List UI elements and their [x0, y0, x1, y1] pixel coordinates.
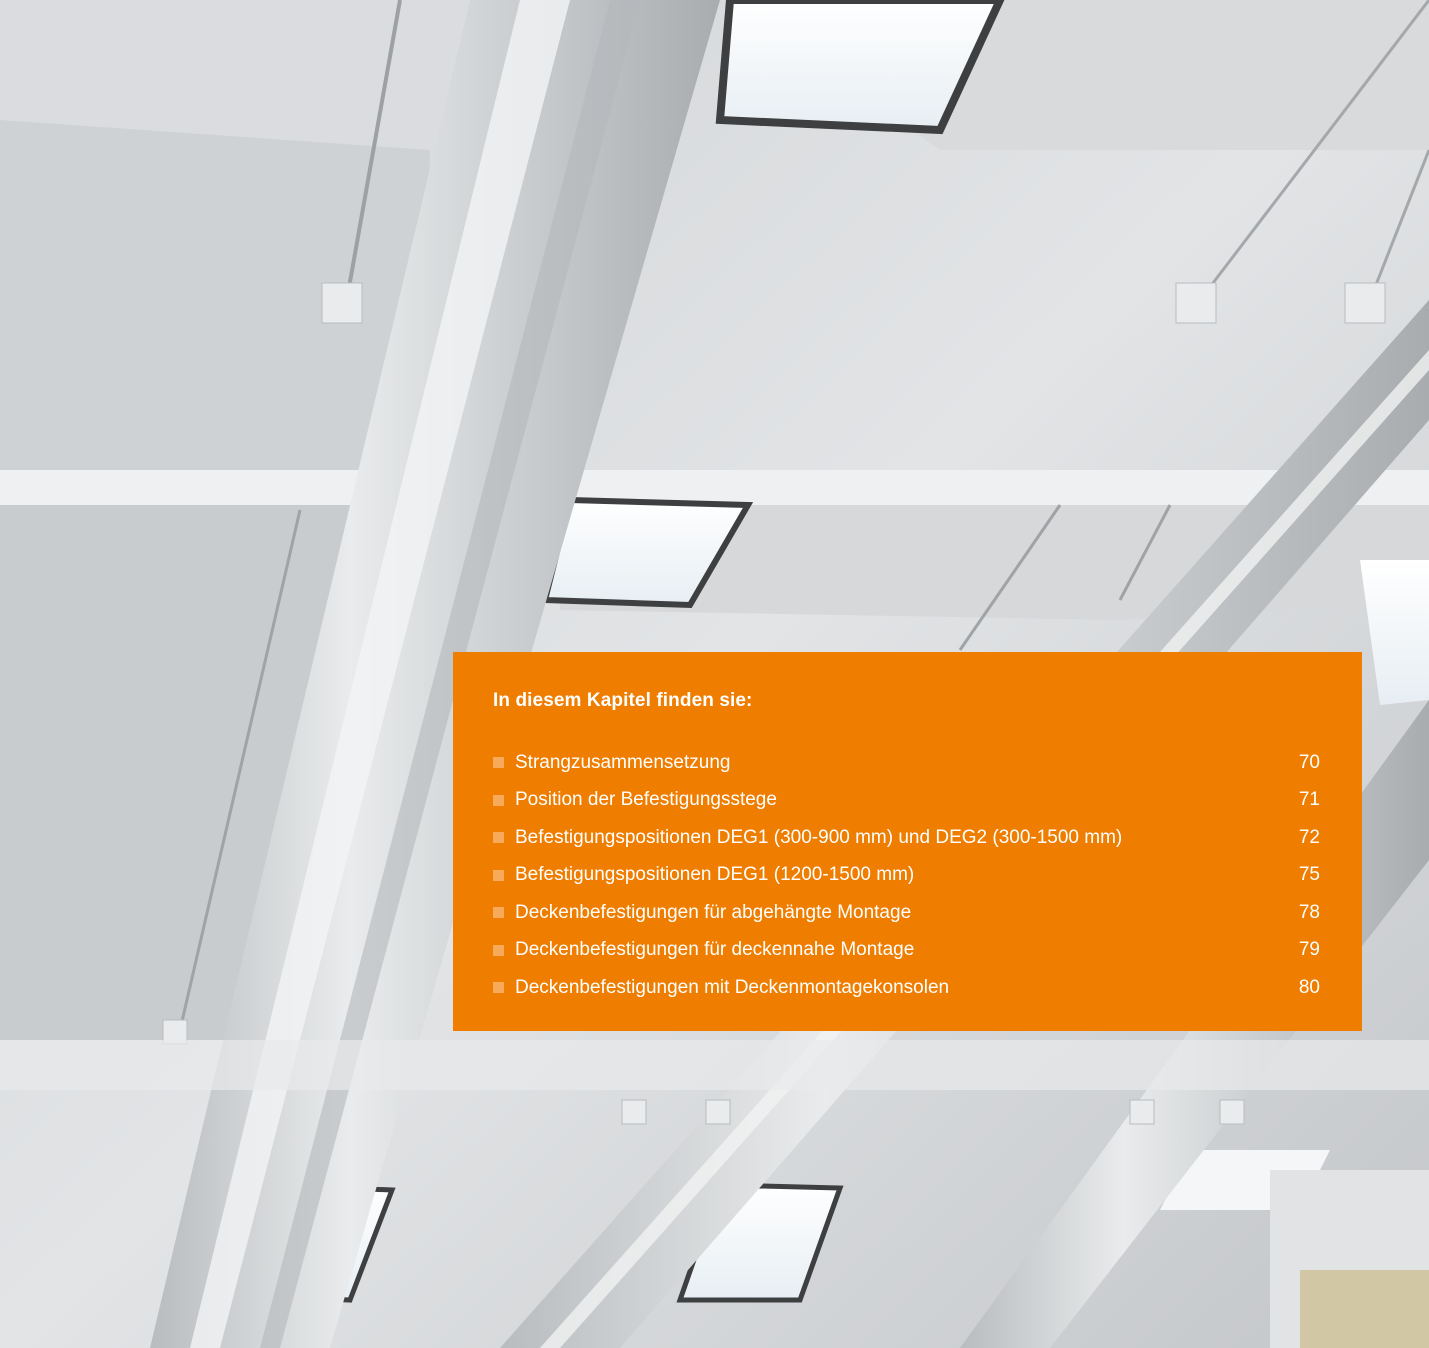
toc-item-title: Strangzusammensetzung — [515, 751, 731, 773]
toc-item-title: Deckenbefestigungen für deckennahe Monta… — [515, 939, 915, 961]
toc-item-page: 78 — [1298, 901, 1320, 923]
toc-item-page: 71 — [1298, 789, 1320, 811]
toc-item-page: 75 — [1298, 864, 1320, 886]
toc-list: Strangzusammensetzung 70 Position der Be… — [493, 744, 1320, 1007]
toc-item[interactable]: Deckenbefestigungen für deckennahe Monta… — [493, 932, 1320, 970]
toc-item[interactable]: Position der Befestigungsstege 71 — [493, 782, 1320, 820]
square-bullet-icon — [493, 869, 504, 881]
square-bullet-icon — [493, 794, 504, 806]
toc-heading: In diesem Kapitel finden sie: — [493, 690, 753, 711]
toc-item[interactable]: Strangzusammensetzung 70 — [493, 744, 1320, 782]
square-bullet-icon — [493, 907, 504, 919]
toc-item-title: Befestigungspositionen DEG1 (1200-1500 m… — [515, 864, 915, 886]
chapter-contents-box: In diesem Kapitel finden sie: Strangzusa… — [453, 652, 1362, 1031]
toc-item-title: Deckenbefestigungen für abgehängte Monta… — [515, 901, 912, 923]
toc-item-page: 72 — [1298, 826, 1320, 848]
square-bullet-icon — [493, 757, 504, 769]
toc-item-page: 70 — [1298, 751, 1320, 773]
square-bullet-icon — [493, 982, 504, 994]
toc-item-title: Position der Befestigungsstege — [515, 789, 777, 811]
toc-item[interactable]: Befestigungspositionen DEG1 (1200-1500 m… — [493, 857, 1320, 895]
toc-item-page: 80 — [1298, 976, 1320, 998]
toc-item[interactable]: Befestigungspositionen DEG1 (300-900 mm)… — [493, 819, 1320, 857]
toc-item[interactable]: Deckenbefestigungen für abgehängte Monta… — [493, 894, 1320, 932]
toc-item-title: Befestigungspositionen DEG1 (300-900 mm)… — [515, 826, 1123, 848]
toc-item-title: Deckenbefestigungen mit Deckenmontagekon… — [515, 976, 950, 998]
square-bullet-icon — [493, 944, 504, 956]
square-bullet-icon — [493, 832, 504, 844]
toc-item[interactable]: Deckenbefestigungen mit Deckenmontagekon… — [493, 969, 1320, 1007]
toc-item-page: 79 — [1298, 939, 1320, 961]
